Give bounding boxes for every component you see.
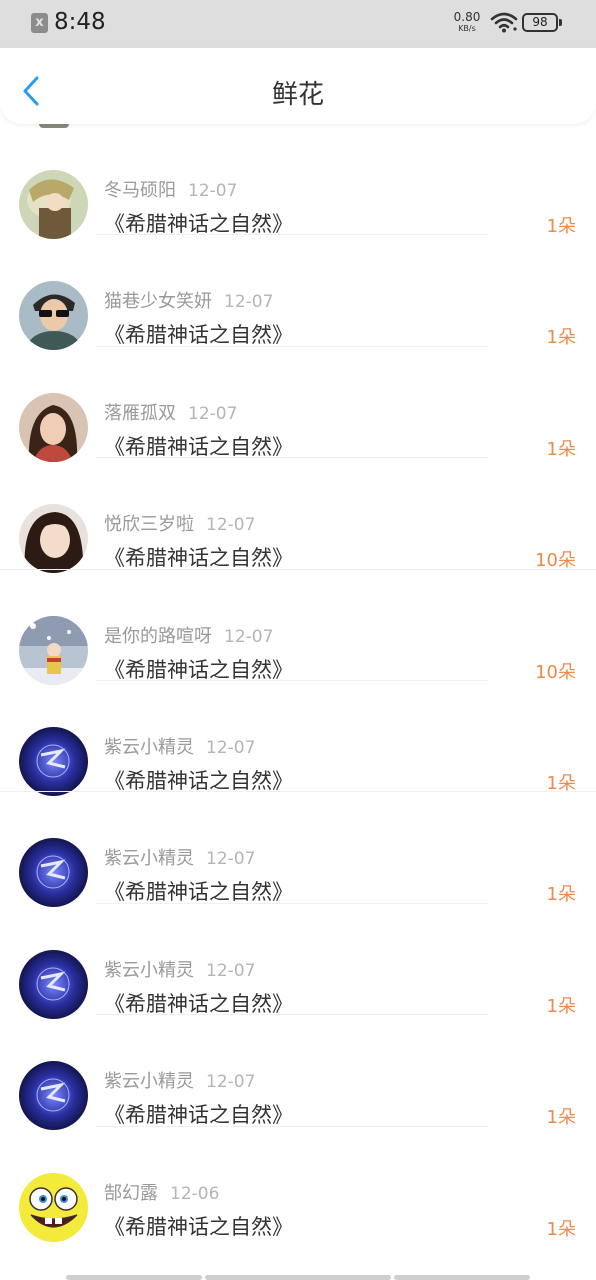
bottom-indicator [66, 1275, 202, 1280]
gift-date: 12-07 [224, 292, 274, 313]
username: 落雁孤双 12-07 [104, 399, 237, 425]
avatar[interactable] [19, 838, 88, 908]
list-item[interactable]: 冬马硕阳 12-07 《希腊神话之自然》 1朵 [0, 124, 596, 239]
wifi-icon [490, 12, 518, 33]
gift-date: 12-06 [170, 1183, 220, 1204]
list-item[interactable]: 紫云小精灵 12-07 《希腊神话之自然》 1朵 [0, 904, 596, 1019]
username-text: 郜幻露 [104, 1182, 158, 1204]
flower-count: 10朵 [535, 661, 576, 683]
bottom-indicator [394, 1275, 530, 1280]
username-text: 紫云小精灵 [104, 848, 194, 870]
username: 是你的路喧呀 12-07 [104, 622, 273, 648]
battery-icon: 98 [522, 13, 562, 32]
status-bar: x 8:48 0.80 KB/s 98 [0, 0, 596, 48]
page-title: 鲜花 [271, 80, 324, 110]
gift-date: 12-07 [188, 403, 238, 424]
avatar[interactable] [19, 170, 88, 239]
network-speed: 0.80 KB/s [452, 10, 482, 34]
flower-gift-list: 冬马硕阳 12-07 《希腊神话之自然》 1朵 猫巷少女笑妍 12-07 《希腊神话… [0, 124, 596, 1242]
list-item[interactable]: 紫云小精灵 12-07 《希腊神话之自然》 1朵 [0, 681, 596, 796]
username-text: 紫云小精灵 [104, 736, 194, 758]
list-item[interactable]: 紫云小精灵 12-07 《希腊神话之自然》 1朵 [0, 792, 596, 908]
gift-date: 12-07 [224, 626, 274, 647]
username: 紫云小精灵 12-07 [104, 956, 255, 982]
username: 冬马硕阳 12-07 [104, 176, 237, 202]
notification-x-icon: x [31, 13, 48, 33]
flower-count: 1朵 [546, 438, 576, 460]
username: 悦欣三岁啦 12-07 [104, 510, 255, 536]
gift-date: 12-07 [206, 1072, 256, 1093]
flower-count: 1朵 [546, 1107, 576, 1129]
username: 猫巷少女笑妍 12-07 [104, 287, 273, 313]
username-text: 紫云小精灵 [104, 959, 194, 981]
nav-header: 鲜花 [0, 48, 596, 124]
username: 郜幻露 12-06 [104, 1179, 219, 1205]
list-item[interactable]: 郜幻露 12-06 《希腊神话之自然》 1朵 [0, 1127, 596, 1242]
avatar[interactable] [19, 281, 88, 351]
username-text: 落雁孤双 [104, 402, 176, 424]
book-title: 《希腊神话之自然》 [104, 1214, 293, 1239]
bottom-indicator [205, 1275, 391, 1280]
list-item[interactable]: 落雁孤双 12-07 《希腊神话之自然》 1朵 [0, 347, 596, 462]
avatar[interactable] [19, 726, 88, 796]
flower-count: 1朵 [546, 1218, 576, 1240]
list-item[interactable]: 悦欣三岁啦 12-07 《希腊神话之自然》 10朵 [0, 458, 596, 574]
username-text: 猫巷少女笑妍 [104, 291, 212, 313]
flower-count: 1朵 [546, 216, 576, 237]
gift-date: 12-07 [206, 960, 256, 981]
flower-count: 1朵 [546, 884, 576, 906]
username-text: 是你的路喧呀 [104, 625, 212, 647]
network-speed-value: 0.80 [453, 10, 481, 24]
avatar[interactable] [19, 615, 88, 685]
list-item[interactable]: 紫云小精灵 12-07 《希腊神话之自然》 1朵 [0, 1015, 596, 1131]
username-text: 悦欣三岁啦 [104, 514, 194, 536]
gift-date: 12-07 [206, 737, 256, 758]
gift-date: 12-07 [188, 181, 238, 201]
network-speed-unit: KB/s [458, 24, 476, 33]
avatar[interactable] [19, 392, 88, 462]
username: 紫云小精灵 12-07 [104, 1067, 255, 1093]
status-time: 8:48 [54, 9, 106, 35]
list-item[interactable]: 猫巷少女笑妍 12-07 《希腊神话之自然》 1朵 [0, 235, 596, 351]
avatar[interactable] [19, 504, 88, 574]
gift-date: 12-07 [206, 849, 256, 870]
list-item[interactable]: 是你的路喧呀 12-07 《希腊神话之自然》 10朵 [0, 570, 596, 685]
gift-date: 12-07 [206, 515, 256, 536]
avatar[interactable] [19, 949, 88, 1019]
avatar[interactable] [19, 1172, 88, 1242]
flower-count: 1朵 [546, 327, 576, 349]
username-text: 冬马硕阳 [104, 180, 176, 201]
username: 紫云小精灵 12-07 [104, 844, 255, 870]
avatar[interactable] [19, 1061, 88, 1131]
flower-count: 1朵 [546, 995, 576, 1017]
username-text: 紫云小精灵 [104, 1071, 194, 1093]
username: 紫云小精灵 12-07 [104, 733, 255, 759]
